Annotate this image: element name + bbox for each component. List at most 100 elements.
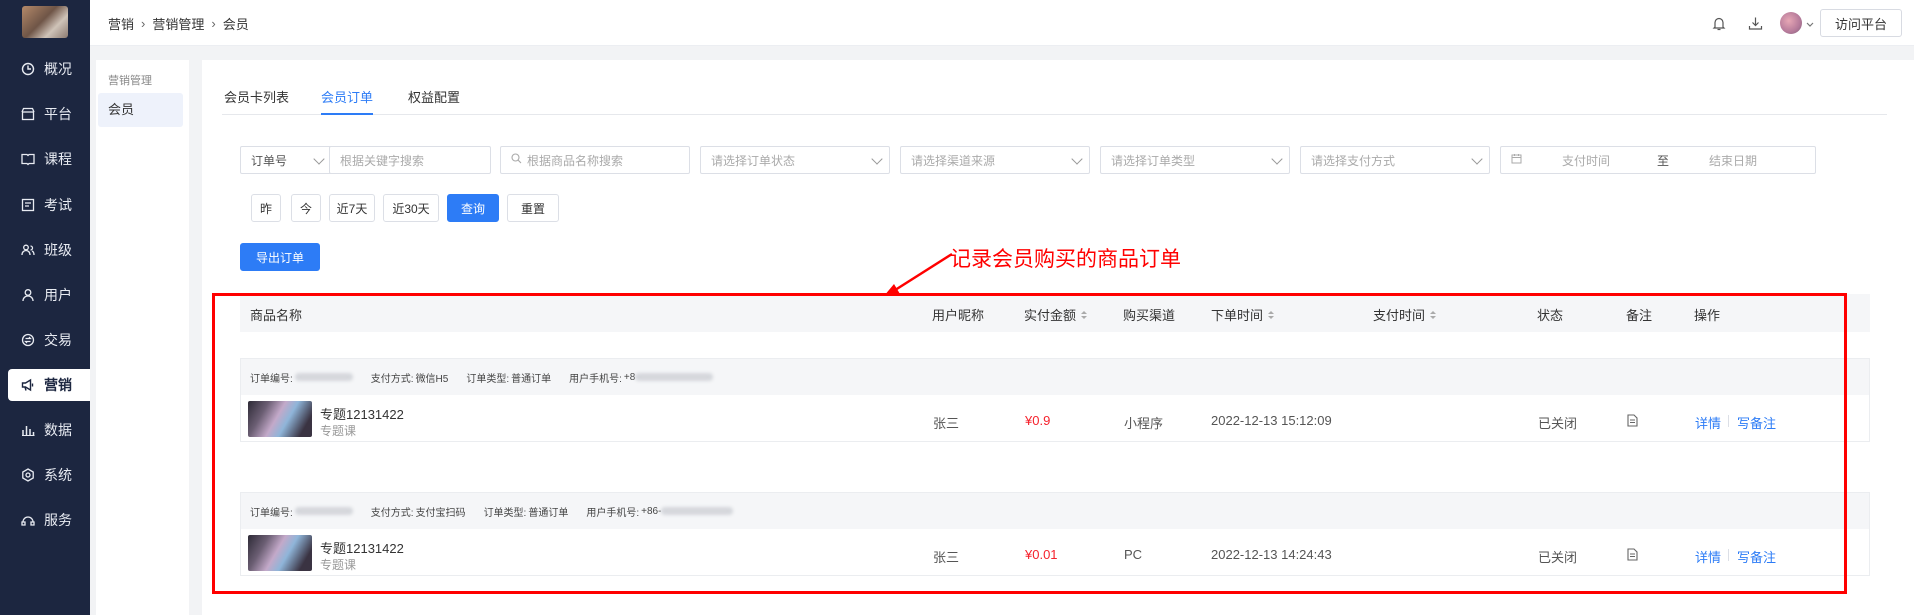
payment-method-select[interactable]: 请选择支付方式: [1300, 146, 1490, 174]
nav-item-user[interactable]: 用户: [8, 279, 90, 311]
col-pay-time[interactable]: 支付时间: [1373, 305, 1437, 324]
date-range-picker[interactable]: 支付时间 至 结束日期: [1500, 146, 1816, 174]
last-30-days-button[interactable]: 近30天: [383, 194, 439, 222]
note-icon[interactable]: [1627, 414, 1638, 430]
order-no-label: 订单编号:: [250, 507, 293, 519]
nav-item-course[interactable]: 课程: [8, 143, 90, 175]
product-type: 专题课: [320, 424, 357, 438]
logo[interactable]: [22, 6, 68, 38]
detail-link[interactable]: 详情: [1695, 413, 1721, 432]
channel-select[interactable]: 请选择渠道来源: [900, 146, 1090, 174]
tab-member-orders[interactable]: 会员订单: [321, 87, 374, 115]
nav-item-class[interactable]: 班级: [8, 234, 90, 266]
col-note: 备注: [1626, 308, 1653, 323]
download-icon[interactable]: [1744, 12, 1766, 34]
breadcrumb: 营销 › 营销管理 › 会员: [108, 14, 249, 33]
store-icon: [20, 106, 36, 122]
search-icon: [511, 153, 522, 167]
detail-link[interactable]: 详情: [1695, 547, 1721, 566]
main-panel: 会员卡列表 会员订单 权益配置 订单号 根据关键字搜索 根据商品名称搜索 请选择…: [202, 60, 1914, 615]
order-detail: 专题12131422 专题课 张三 ¥0.01 PC 2022-12-13 14…: [241, 529, 1869, 577]
breadcrumb-item[interactable]: 营销: [108, 14, 134, 33]
col-order-time[interactable]: 下单时间: [1211, 305, 1275, 324]
note-icon[interactable]: [1627, 548, 1638, 564]
today-button[interactable]: 今: [291, 194, 321, 222]
nav-item-exam[interactable]: 考试: [8, 189, 90, 221]
table-header: 商品名称 用户昵称 实付金额 购买渠道 下单时间 支付时间 状态 备注 操作: [240, 294, 1870, 332]
order-status: 已关闭: [1538, 416, 1578, 431]
bell-icon[interactable]: [1708, 12, 1730, 34]
action-divider: [1728, 415, 1729, 427]
purchase-channel: PC: [1124, 547, 1143, 562]
tab-member-card-list[interactable]: 会员卡列表: [224, 87, 289, 115]
sort-icon[interactable]: [1081, 310, 1088, 319]
nav-label: 营销: [44, 377, 72, 393]
nav-item-overview[interactable]: 概况: [8, 53, 90, 85]
nav-item-trade[interactable]: 交易: [8, 324, 90, 356]
nav-label: 系统: [44, 467, 72, 483]
avatar[interactable]: [1780, 12, 1802, 34]
order-status-select[interactable]: 请选择订单状态: [700, 146, 890, 174]
redacted-order-no: [294, 373, 353, 381]
order-meta: 订单编号: 支付方式: 支付宝扫码 订单类型: 普通订单 用户手机号: +86-: [241, 493, 1869, 529]
nav-item-marketing[interactable]: 营销: [8, 369, 90, 401]
nav-item-platform[interactable]: 平台: [8, 98, 90, 130]
settings-icon: [20, 467, 36, 483]
redacted-order-no: [294, 507, 353, 515]
product-type: 专题课: [320, 558, 357, 572]
chevron-right-icon: ›: [141, 16, 146, 31]
placeholder: 请选择订单状态: [711, 153, 796, 168]
main-nav: 概况 平台 课程 考试 班级 用户 交易 营销 数据 系统 服务: [0, 0, 90, 615]
order-type-value: 普通订单: [511, 373, 552, 385]
bar-chart-icon: [20, 422, 36, 438]
col-product: 商品名称: [250, 308, 303, 323]
trade-icon: [20, 332, 36, 348]
nav-label: 数据: [44, 422, 72, 438]
sort-icon[interactable]: [1268, 310, 1275, 319]
write-note-link[interactable]: 写备注: [1737, 413, 1776, 432]
last-7-days-button[interactable]: 近7天: [329, 194, 375, 222]
write-note-link[interactable]: 写备注: [1737, 547, 1776, 566]
nav-label: 服务: [44, 512, 72, 528]
tab-bar: 会员卡列表 会员订单 权益配置: [222, 87, 1887, 115]
action-divider: [1728, 549, 1729, 561]
select-value: 订单号: [251, 153, 288, 168]
nav-item-service[interactable]: 服务: [8, 504, 90, 536]
exam-icon: [20, 197, 36, 213]
col-amount[interactable]: 实付金额: [1024, 305, 1088, 324]
top-header: 营销 › 营销管理 › 会员 访问平台: [90, 0, 1914, 46]
end-date-placeholder: 结束日期: [1709, 153, 1758, 168]
tab-benefit-config[interactable]: 权益配置: [408, 87, 460, 115]
nav-item-data[interactable]: 数据: [8, 414, 90, 446]
clock-icon: [20, 61, 36, 77]
phone-label: 用户手机号:: [586, 507, 640, 519]
purchase-channel: 小程序: [1124, 416, 1164, 431]
user-nickname: 张三: [933, 550, 960, 565]
product-thumbnail: [248, 535, 312, 571]
order-field-select[interactable]: 订单号: [240, 146, 332, 174]
chevron-down-icon: [1271, 153, 1283, 165]
export-orders-button[interactable]: 导出订单: [240, 243, 320, 271]
redacted-phone: [661, 507, 734, 515]
sort-icon[interactable]: [1430, 310, 1437, 319]
subnav-item-member[interactable]: 会员: [98, 93, 183, 127]
order-type-label: 订单类型:: [483, 507, 527, 519]
visit-platform-button[interactable]: 访问平台: [1820, 9, 1902, 37]
col-status: 状态: [1537, 308, 1564, 323]
order-type-label: 订单类型:: [466, 373, 510, 385]
user-menu[interactable]: [1780, 12, 1814, 34]
class-icon: [20, 242, 36, 258]
user-icon: [20, 287, 36, 303]
annotation-text: 记录会员购买的商品订单: [950, 247, 1181, 271]
order-type-select[interactable]: 请选择订单类型: [1100, 146, 1290, 174]
chevron-down-icon: [1806, 16, 1814, 31]
yesterday-button[interactable]: 昨: [251, 194, 281, 222]
keyword-search-input[interactable]: 根据关键字搜索: [329, 146, 491, 174]
order-time: 2022-12-13 15:12:09: [1211, 413, 1332, 428]
nav-item-system[interactable]: 系统: [8, 459, 90, 491]
reset-button[interactable]: 重置: [507, 194, 559, 222]
breadcrumb-item[interactable]: 营销管理: [152, 14, 204, 33]
nav-label: 概况: [44, 61, 72, 77]
product-search-input[interactable]: 根据商品名称搜索: [500, 146, 690, 174]
query-button[interactable]: 查询: [447, 194, 499, 222]
